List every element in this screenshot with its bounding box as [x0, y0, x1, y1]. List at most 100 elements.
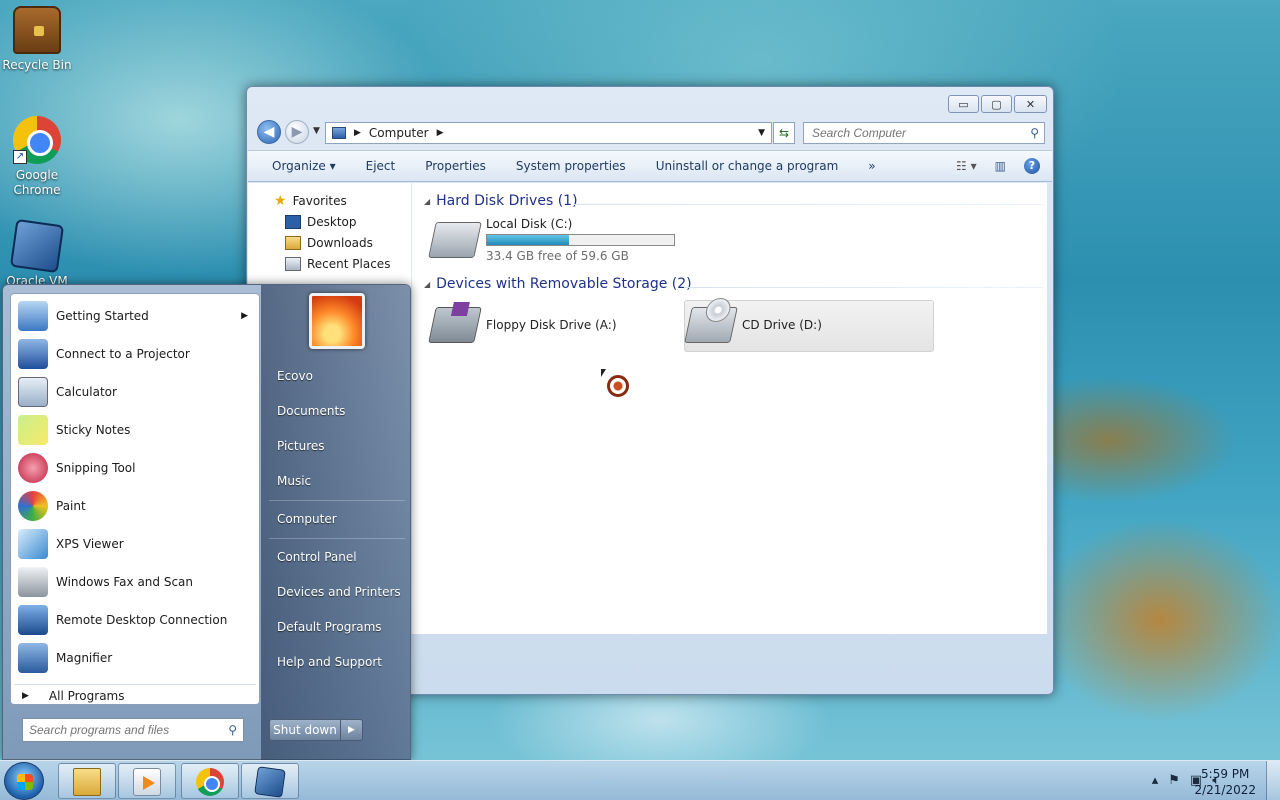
close-button[interactable]: ✕ — [1014, 95, 1047, 113]
start-link-computer[interactable]: Computer — [277, 512, 337, 526]
shutdown-button[interactable]: Shut down — [269, 719, 341, 741]
program-label: Getting Started — [56, 309, 149, 323]
program-label: Windows Fax and Scan — [56, 575, 194, 589]
submenu-arrow-icon[interactable]: ▶ — [241, 311, 248, 321]
projector-icon — [18, 339, 48, 369]
program-label: Sticky Notes — [56, 423, 131, 437]
program-getting-started[interactable]: Getting Started ▶ — [14, 298, 256, 334]
start-link-control-panel[interactable]: Control Panel — [277, 550, 357, 564]
taskbar-chrome-button[interactable] — [181, 763, 239, 799]
program-sticky-notes[interactable]: Sticky Notes — [14, 412, 256, 448]
program-calculator[interactable]: Calculator — [14, 374, 256, 410]
help-icon[interactable]: ? — [1024, 158, 1040, 174]
collapse-group-icon[interactable]: ◢ — [424, 280, 430, 289]
breadcrumb-computer[interactable]: Computer — [369, 126, 429, 140]
program-magnifier[interactable]: Magnifier — [14, 640, 256, 676]
recent-pages-dropdown[interactable]: ▼ — [313, 126, 320, 136]
program-label: Connect to a Projector — [56, 347, 190, 361]
desktop-icon-label: Google Chrome — [13, 168, 61, 197]
address-dropdown-icon[interactable]: ▼ — [758, 128, 765, 138]
start-menu: Getting Started ▶ Connect to a Projector… — [2, 284, 411, 761]
hard-disk-icon — [428, 222, 482, 258]
drive-cd-d[interactable]: CD Drive (D:) — [684, 307, 822, 343]
minimize-button[interactable]: ▭ — [948, 95, 979, 113]
show-desktop-button[interactable] — [1266, 761, 1280, 800]
start-link-devices-printers[interactable]: Devices and Printers — [277, 585, 401, 599]
uninstall-program-button[interactable]: Uninstall or change a program — [656, 159, 839, 173]
back-button[interactable]: ◀ — [257, 120, 281, 144]
more-commands-button[interactable]: » — [868, 159, 875, 173]
system-properties-button[interactable]: System properties — [516, 159, 626, 173]
action-center-flag-icon[interactable]: ⚑ — [1168, 773, 1180, 788]
program-label: Remote Desktop Connection — [56, 613, 228, 627]
drive-free-space: 33.4 GB free of 59.6 GB — [486, 249, 629, 263]
group-header-removable[interactable]: ◢ Devices with Removable Storage (2) — [424, 276, 692, 292]
refresh-icon: ⇆ — [778, 126, 790, 140]
fax-icon — [18, 567, 48, 597]
desktop-icon-oracle-vm[interactable]: Oracle VM — [0, 218, 74, 288]
eject-button[interactable]: Eject — [366, 159, 396, 173]
start-link-music[interactable]: Music — [277, 474, 311, 488]
taskbar-explorer-button[interactable] — [58, 763, 116, 799]
tree-item-label: Recent Places — [307, 257, 391, 271]
refresh-button[interactable]: ⇆ — [773, 122, 795, 144]
shutdown-group: Shut down ▶ — [269, 719, 363, 741]
recent-places-icon — [285, 257, 301, 271]
desktop-icon-google-chrome[interactable]: ↗ Google Chrome — [0, 116, 74, 198]
scissors-icon — [18, 453, 48, 483]
program-paint[interactable]: Paint — [14, 488, 256, 524]
collapse-group-icon[interactable]: ◢ — [424, 197, 430, 206]
desktop-icon-recycle-bin[interactable]: Recycle Bin — [0, 6, 74, 72]
change-view-icon[interactable]: ☷ ▾ — [956, 159, 977, 173]
program-remote-desktop[interactable]: Remote Desktop Connection — [14, 602, 256, 638]
program-label: Paint — [56, 499, 86, 513]
search-icon[interactable]: ⚲ — [1030, 126, 1039, 140]
file-list: ◢ Hard Disk Drives (1) Local Disk (C:) 3… — [414, 183, 1047, 634]
chrome-icon: ↗ — [13, 116, 61, 164]
taskbar-virtualbox-button[interactable] — [241, 763, 299, 799]
maximize-button[interactable]: ▢ — [981, 95, 1012, 113]
busy-cursor-icon — [607, 375, 629, 397]
separator — [269, 500, 405, 501]
address-bar[interactable]: ▶ Computer ▶ ▼ — [325, 122, 772, 144]
start-link-help-support[interactable]: Help and Support — [277, 655, 382, 669]
user-picture[interactable] — [309, 293, 365, 349]
all-programs-button[interactable]: ▶ All Programs — [14, 684, 256, 706]
tree-item-downloads[interactable]: Downloads — [285, 236, 373, 250]
paint-icon — [18, 491, 48, 521]
command-bar: Organize ▾ Eject Properties System prope… — [248, 150, 1052, 182]
start-button[interactable] — [4, 762, 44, 800]
forward-button[interactable]: ▶ — [285, 120, 309, 144]
group-header-hard-disk[interactable]: ◢ Hard Disk Drives (1) — [424, 193, 578, 209]
start-link-documents[interactable]: Documents — [277, 404, 345, 418]
start-search-input[interactable] — [29, 723, 219, 737]
folder-icon — [73, 768, 101, 796]
properties-button[interactable]: Properties — [425, 159, 486, 173]
taskbar-media-player-button[interactable] — [118, 763, 176, 799]
breadcrumb-separator-icon[interactable]: ▶ — [437, 128, 444, 138]
show-hidden-icons-icon[interactable]: ▴ — [1152, 773, 1159, 788]
search-icon[interactable]: ⚲ — [228, 723, 237, 737]
downloads-folder-icon — [285, 236, 301, 250]
start-link-pictures[interactable]: Pictures — [277, 439, 325, 453]
drive-floppy-a[interactable]: Floppy Disk Drive (A:) — [428, 307, 617, 343]
search-input[interactable] — [812, 126, 1012, 140]
tree-item-favorites[interactable]: ★ Favorites — [274, 193, 347, 209]
drive-local-disk-c[interactable]: Local Disk (C:) 33.4 GB free of 59.6 GB — [428, 217, 675, 263]
start-link-user[interactable]: Ecovo — [277, 369, 313, 383]
start-link-default-programs[interactable]: Default Programs — [277, 620, 382, 634]
clock[interactable]: 5:59 PM 2/21/2022 — [1194, 766, 1256, 798]
program-connect-projector[interactable]: Connect to a Projector — [14, 336, 256, 372]
tree-item-label: Desktop — [307, 215, 357, 229]
start-search-box: ⚲ — [22, 718, 244, 742]
organize-button[interactable]: Organize ▾ — [272, 159, 336, 173]
preview-pane-icon[interactable]: ▥ — [995, 159, 1006, 173]
tree-item-desktop[interactable]: Desktop — [285, 215, 357, 229]
program-snipping-tool[interactable]: Snipping Tool — [14, 450, 256, 486]
shutdown-options-button[interactable]: ▶ — [341, 719, 363, 741]
program-fax-scan[interactable]: Windows Fax and Scan — [14, 564, 256, 600]
program-xps-viewer[interactable]: XPS Viewer — [14, 526, 256, 562]
window-controls: ▭ ▢ ✕ — [948, 95, 1047, 113]
tree-item-recent-places[interactable]: Recent Places — [285, 257, 390, 271]
breadcrumb-separator-icon[interactable]: ▶ — [354, 128, 361, 138]
